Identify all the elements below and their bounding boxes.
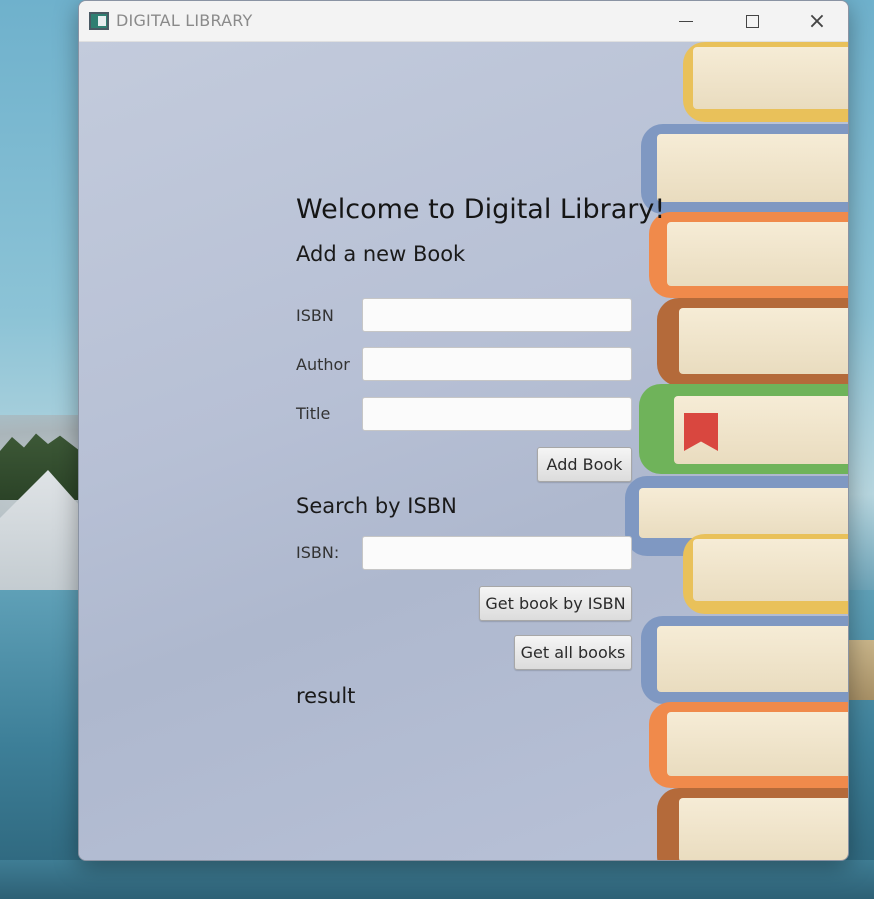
maximize-icon [745, 15, 759, 28]
book-pages [657, 626, 848, 692]
add-book-button[interactable]: Add Book [537, 447, 632, 482]
title-input[interactable] [362, 397, 632, 431]
isbn-input[interactable] [362, 298, 632, 332]
titlebar[interactable]: DIGITAL LIBRARY × [79, 1, 848, 42]
minimize-icon [679, 21, 693, 22]
maximize-button[interactable] [719, 1, 785, 42]
book-pages [679, 308, 848, 374]
add-book-heading: Add a new Book [296, 242, 466, 266]
book-pages [667, 712, 848, 776]
desktop-reeds [846, 640, 874, 700]
search-heading: Search by ISBN [296, 494, 457, 518]
welcome-heading: Welcome to Digital Library! [296, 194, 666, 225]
desktop-bottom-strip [0, 860, 874, 899]
get-book-by-isbn-button[interactable]: Get book by ISBN [479, 586, 632, 621]
main-panel: Welcome to Digital Library! Add a new Bo… [79, 42, 848, 860]
author-label: Author [296, 355, 350, 374]
book-pages [667, 222, 848, 286]
book-pages [693, 47, 848, 109]
minimize-button[interactable] [653, 1, 719, 42]
title-label: Title [296, 404, 331, 423]
close-icon: × [807, 8, 827, 34]
result-label: result [296, 684, 356, 708]
search-isbn-label: ISBN: [296, 543, 340, 562]
author-input[interactable] [362, 347, 632, 381]
search-isbn-input[interactable] [362, 536, 632, 570]
book-pages [639, 488, 848, 538]
app-icon [89, 12, 109, 30]
app-window: DIGITAL LIBRARY × Welcome to Digital Lib… [78, 0, 849, 861]
close-button[interactable]: × [784, 1, 848, 42]
window-title: DIGITAL LIBRARY [116, 11, 253, 30]
book-pages [657, 134, 848, 202]
get-all-books-button[interactable]: Get all books [514, 635, 632, 670]
book-pages [693, 539, 848, 601]
isbn-label: ISBN [296, 306, 334, 325]
book-pages [679, 798, 848, 860]
